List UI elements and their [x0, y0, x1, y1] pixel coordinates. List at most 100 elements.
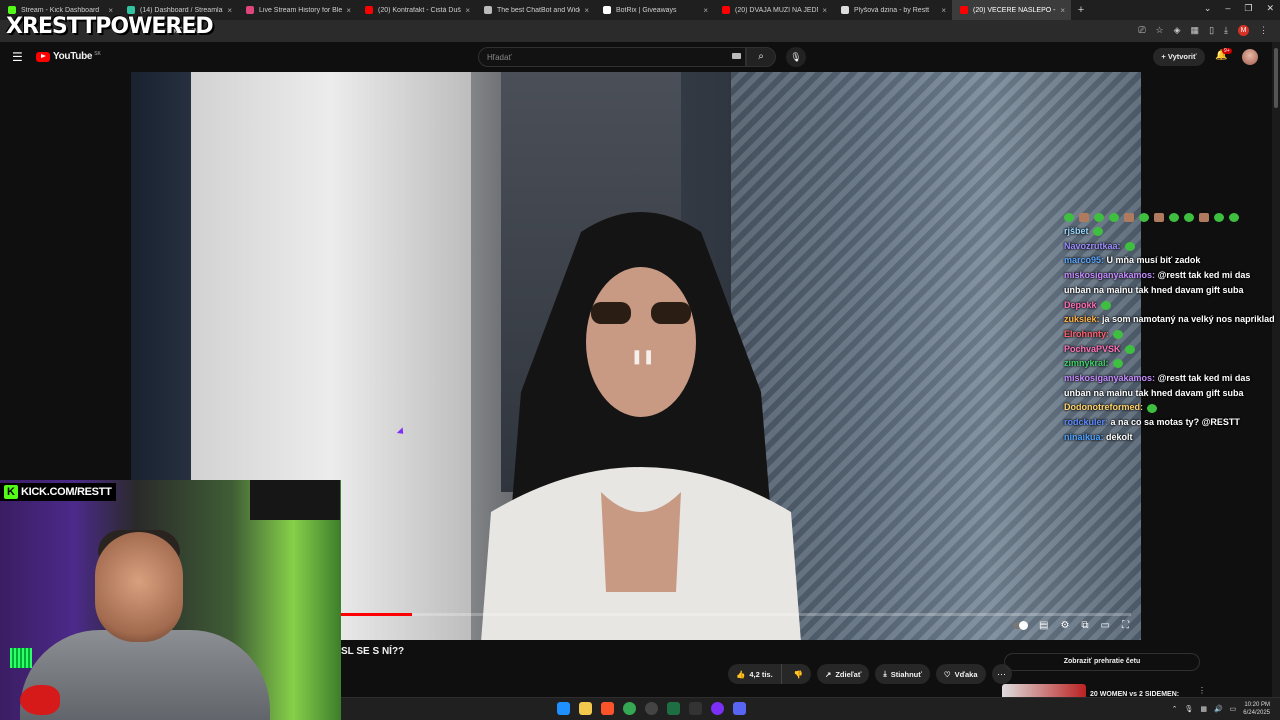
browser-tab[interactable]: (20) DVAJA MUŽI NA JEDNOM × — [714, 0, 833, 20]
chat-username[interactable]: Depokk — [1064, 300, 1097, 310]
tab-close-icon[interactable]: × — [1060, 6, 1065, 15]
tab-title: Plyšová dzina - by Restt — [854, 6, 930, 14]
create-button[interactable]: + Vytvoriť — [1153, 48, 1205, 66]
share-button[interactable]: ↗ Zdieľať — [817, 664, 870, 684]
tab-close-icon[interactable]: × — [227, 6, 232, 15]
voice-search-button[interactable]: 🎙 — [786, 47, 806, 67]
chat-username[interactable]: zuksiek: — [1064, 314, 1100, 324]
browser-tab[interactable]: BotRix | Giveaways × — [595, 0, 714, 20]
downloads-icon[interactable]: ⤓ — [1224, 25, 1228, 36]
tab-close-icon[interactable]: × — [465, 6, 470, 15]
dislike-button[interactable]: 👎 — [786, 664, 811, 684]
keyboard-icon[interactable] — [732, 53, 741, 59]
clock[interactable]: 10:20 PM 6/24/2025 — [1243, 701, 1270, 717]
bookmark-star-icon[interactable]: ☆ — [1156, 25, 1164, 36]
browser-tab[interactable]: (20) VEČERE NASLEPO - ST × — [952, 0, 1071, 20]
obs-icon[interactable] — [645, 702, 658, 715]
discord-icon[interactable] — [733, 702, 746, 715]
browser-tab[interactable]: The best ChatBot and Widgets × — [476, 0, 595, 20]
search-input[interactable]: Hľadať — [478, 47, 746, 67]
settings-gear-icon[interactable]: ⚙ — [1060, 620, 1069, 631]
tab-favicon-icon — [960, 6, 968, 14]
maximize-button[interactable]: ❐ — [1244, 3, 1252, 14]
chat-username[interactable]: zimnykral: — [1064, 358, 1109, 368]
chat-username[interactable]: Navozrutkaa: — [1064, 241, 1121, 251]
scrollbar-thumb[interactable] — [1274, 48, 1278, 108]
minimize-button[interactable]: – — [1225, 3, 1230, 14]
new-tab-button[interactable]: + — [1071, 4, 1091, 16]
webcam-overlay — [0, 480, 341, 720]
browser-tab[interactable]: (20) Kontrafakt - Čistá Duša pr × — [357, 0, 476, 20]
chat-username[interactable]: Dodonotreformed: — [1064, 402, 1143, 412]
browser-toolbar-icons: ⎚ ☆ ◈ ▦ ▯ ⤓ M ⋮ — [1138, 25, 1268, 36]
brave-browser-icon[interactable] — [601, 702, 614, 715]
battery-icon[interactable]: ▭ — [1230, 705, 1237, 713]
chat-username[interactable]: rodckuler: — [1064, 417, 1108, 427]
cast-icon[interactable]: ⎚ — [1138, 25, 1145, 36]
tab-favicon-icon — [365, 6, 373, 14]
like-button[interactable]: 👍 4,2 tis. — [728, 664, 782, 684]
tab-close-icon[interactable]: × — [941, 6, 946, 15]
menu-icon[interactable]: ☰ — [12, 50, 23, 64]
close-window-button[interactable]: ✕ — [1266, 3, 1274, 14]
chat-text: ja som namotaný na velký nos napriklad — [1102, 314, 1275, 325]
app-icon[interactable] — [689, 702, 702, 715]
browser-tab[interactable]: Plyšová dzina - by Restt × — [833, 0, 952, 20]
clock-time: 10:20 PM — [1244, 702, 1270, 708]
streamdeck-icon[interactable] — [711, 702, 724, 715]
chat-username[interactable]: PochvaPVSK — [1064, 344, 1121, 354]
pause-icon[interactable]: ❚❚ — [631, 348, 654, 365]
chat-replay-button[interactable]: Zobraziť prehratie četu — [1004, 653, 1200, 671]
tab-close-icon[interactable]: × — [584, 6, 589, 15]
chat-username[interactable]: marco95: — [1064, 255, 1104, 265]
fullscreen-icon[interactable]: ⛶ — [1122, 620, 1129, 631]
thanks-button[interactable]: ♡ Vďaka — [935, 664, 986, 684]
browser-tab[interactable]: Live Stream History for Blerp St× — [238, 0, 357, 20]
chat-message: Dodonotreformed: — [1064, 400, 1276, 415]
youtube-logo[interactable]: YouTube SK — [36, 51, 101, 62]
chat-username[interactable]: miskosiganyakamos: — [1064, 373, 1155, 383]
extensions-puzzle-icon[interactable]: ▦ — [1191, 25, 1200, 36]
tab-title: (20) VEČERE NASLEPO - ST — [973, 6, 1056, 14]
browser-menu-icon[interactable]: ⋮ — [1259, 25, 1268, 36]
chrome-icon[interactable] — [623, 702, 636, 715]
emote-icon — [1092, 227, 1103, 237]
tray-chevron-icon[interactable]: ⌃ — [1172, 705, 1178, 713]
theater-mode-icon[interactable]: ▭ — [1101, 620, 1110, 631]
tab-close-icon[interactable]: × — [822, 6, 827, 15]
chat-username[interactable]: Elrohnnty: — [1064, 329, 1109, 339]
download-label: Stiahnuť — [890, 669, 922, 679]
tab-title: The best ChatBot and Widgets — [497, 6, 580, 14]
chat-username[interactable]: miskosiganyakamos: — [1064, 270, 1155, 280]
download-button[interactable]: ⤓ Stiahnuť — [875, 664, 930, 684]
tab-search-icon[interactable]: ⌄ — [1204, 3, 1212, 14]
emote-icon — [1094, 212, 1104, 222]
chat-text: U mňa musí biť zadok — [1106, 255, 1201, 266]
file-explorer-icon[interactable] — [579, 702, 592, 715]
account-avatar[interactable] — [1242, 49, 1258, 65]
profile-avatar-icon[interactable]: M — [1238, 25, 1249, 36]
autoplay-toggle[interactable] — [1012, 621, 1028, 630]
window-controls: ⌄ – ❐ ✕ — [1204, 3, 1274, 14]
tab-close-icon[interactable]: × — [346, 6, 351, 15]
chat-username[interactable]: rjšbet — [1064, 226, 1089, 236]
emote-icon — [1214, 212, 1224, 222]
sidebar-icon[interactable]: ▯ — [1209, 25, 1214, 36]
video-progress-bar[interactable] — [341, 613, 1131, 616]
search-button[interactable]: ⌕ — [746, 47, 776, 67]
microphone-tray-icon[interactable]: 🎙 — [1184, 705, 1193, 713]
tab-close-icon[interactable]: × — [703, 6, 708, 15]
chat-username[interactable]: ninaikua: — [1064, 432, 1104, 442]
windows-start-icon[interactable] — [557, 702, 570, 715]
network-icon[interactable]: ▦ — [1200, 705, 1207, 713]
volume-icon[interactable]: 🔊 — [1214, 705, 1223, 713]
recommended-menu-icon[interactable]: ⋮ — [1198, 686, 1206, 695]
miniplayer-icon[interactable]: ⧉ — [1081, 620, 1088, 631]
excel-icon[interactable] — [667, 702, 680, 715]
streamer-face — [95, 532, 183, 642]
subtitles-icon[interactable]: ▤ — [1039, 620, 1048, 631]
tab-title: (20) DVAJA MUŽI NA JEDNOM — [735, 6, 818, 14]
emote-icon — [1199, 212, 1209, 222]
windows-taskbar: ⌃ 🎙 ▦ 🔊 ▭ 10:20 PM 6/24/2025 — [341, 697, 1280, 720]
extension-icon[interactable]: ◈ — [1174, 25, 1181, 36]
